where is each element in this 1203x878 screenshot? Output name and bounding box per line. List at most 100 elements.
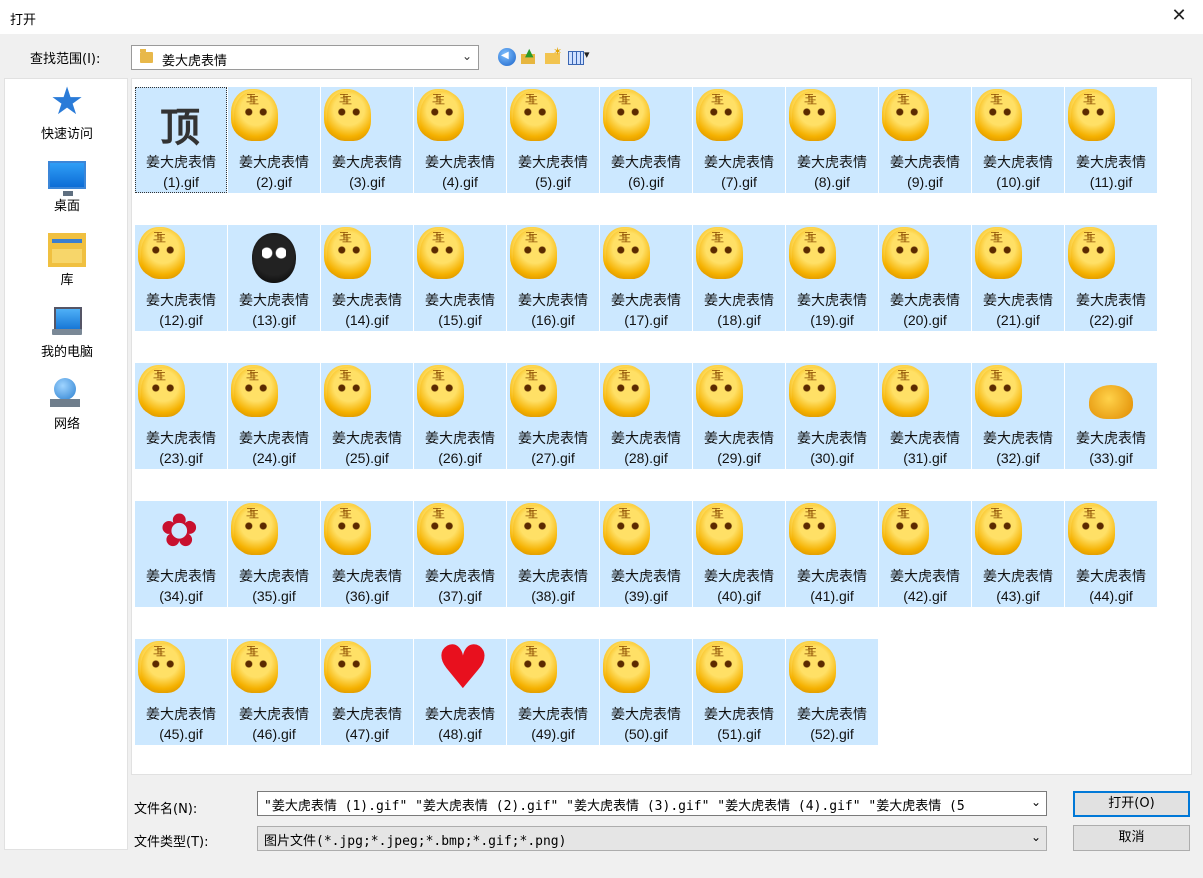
file-item[interactable]: 姜大虎表情 (21).gif [972,225,1064,331]
file-item[interactable]: 姜大虎表情 (26).gif [414,363,506,469]
file-item[interactable]: 姜大虎表情 (40).gif [693,501,785,607]
file-item[interactable]: 姜大虎表情 (33).gif [1065,363,1157,469]
file-item[interactable]: 姜大虎表情 (8).gif [786,87,878,193]
file-item[interactable]: 姜大虎表情 (2).gif [228,87,320,193]
place-library[interactable]: 库 [5,233,129,288]
file-thumbnail [603,227,650,279]
file-list[interactable]: 姜大虎表情(1).gif姜大虎表情(2).gif姜大虎表情(3).gif姜大虎表… [131,78,1192,775]
emoji-image [252,233,296,283]
place-quick-access[interactable]: 快速访问 [5,79,129,142]
file-item[interactable]: 姜大虎表情 (6).gif [600,87,692,193]
file-name-line2: (28).gif [624,450,668,466]
file-item[interactable]: 姜大虎表情 (3).gif [321,87,413,193]
file-name-line2: (45).gif [159,726,203,742]
file-thumbnail [603,365,650,417]
emoji-image [327,229,371,279]
file-item[interactable]: 姜大虎表情 (42).gif [879,501,971,607]
file-item[interactable]: 姜大虎表情 (52).gif [786,639,878,745]
file-item[interactable]: 姜大虎表情 (51).gif [693,639,785,745]
file-item[interactable]: 姜大虎表情 (1).gif [135,87,227,193]
file-item[interactable]: 姜大虎表情 (34).gif [135,501,227,607]
file-name-line2: (44).gif [1089,588,1133,604]
file-name-line2: (16).gif [531,312,575,328]
file-item[interactable]: 姜大虎表情 (46).gif [228,639,320,745]
file-item[interactable]: 姜大虎表情 (18).gif [693,225,785,331]
emoji-image [699,505,743,555]
file-item[interactable]: 姜大虎表情 (15).gif [414,225,506,331]
file-thumbnail [510,503,557,555]
file-item[interactable]: 姜大虎表情 (13).gif [228,225,320,331]
file-item[interactable]: 姜大虎表情 (22).gif [1065,225,1157,331]
lookin-combobox[interactable]: 姜大虎表情 ⌄ [131,45,479,70]
file-item[interactable]: 姜大虎表情 (39).gif [600,501,692,607]
place-desktop[interactable]: 桌面 [5,161,129,214]
file-item[interactable]: 姜大虎表情 (41).gif [786,501,878,607]
file-item[interactable]: 姜大虎表情 (4).gif [414,87,506,193]
place-this-pc[interactable]: 我的电脑 [5,305,129,360]
file-thumbnail [510,89,557,141]
file-item[interactable]: 姜大虎表情 (43).gif [972,501,1064,607]
emoji-image [234,505,278,555]
file-item[interactable]: 姜大虎表情 (5).gif [507,87,599,193]
file-item[interactable]: 姜大虎表情 (24).gif [228,363,320,469]
file-item[interactable]: 姜大虎表情 (44).gif [1065,501,1157,607]
file-item[interactable]: 姜大虎表情 (19).gif [786,225,878,331]
file-name-line1: 姜大虎表情 [797,568,867,584]
file-name-line2: (47).gif [345,726,389,742]
file-item[interactable]: 姜大虎表情 (7).gif [693,87,785,193]
file-item[interactable]: 姜大虎表情 (36).gif [321,501,413,607]
open-button[interactable]: 打开(O) [1073,791,1190,817]
filetype-select[interactable]: 图片文件(*.jpg;*.jpeg;*.bmp;*.gif;*.png) ⌄ [257,826,1047,851]
filename-input[interactable]: "姜大虎表情 (1).gif" "姜大虎表情 (2).gif" "姜大虎表情 (… [257,791,1047,816]
up-folder-icon[interactable] [520,46,538,66]
file-item[interactable]: 姜大虎表情 (45).gif [135,639,227,745]
file-item[interactable]: 姜大虎表情 (47).gif [321,639,413,745]
back-icon[interactable] [498,48,516,66]
file-item[interactable]: 姜大虎表情 (11).gif [1065,87,1157,193]
emoji-image [141,643,185,693]
file-item[interactable]: 姜大虎表情 (9).gif [879,87,971,193]
chevron-down-icon[interactable]: ⌄ [462,49,472,63]
file-item[interactable]: 姜大虎表情 (32).gif [972,363,1064,469]
file-item[interactable]: 姜大虎表情 (23).gif [135,363,227,469]
file-item[interactable]: 姜大虎表情 (10).gif [972,87,1064,193]
file-thumbnail [603,89,650,141]
file-item[interactable]: 姜大虎表情 (17).gif [600,225,692,331]
file-thumbnail [231,89,278,141]
file-item[interactable]: 姜大虎表情 (31).gif [879,363,971,469]
chevron-down-icon[interactable]: ⌄ [1026,795,1041,809]
place-label: 库 [60,273,74,288]
file-item[interactable]: 姜大虎表情 (28).gif [600,363,692,469]
file-name-line2: (20).gif [903,312,947,328]
file-item[interactable]: 姜大虎表情 (49).gif [507,639,599,745]
file-item[interactable]: 姜大虎表情 (30).gif [786,363,878,469]
file-item[interactable]: 姜大虎表情 (16).gif [507,225,599,331]
place-network[interactable]: 网络 [5,377,129,432]
file-item[interactable]: 姜大虎表情 (48).gif [414,633,506,745]
file-item[interactable]: 姜大虎表情 (20).gif [879,225,971,331]
view-menu-icon[interactable] [567,48,593,66]
file-item[interactable]: 姜大虎表情 (27).gif [507,363,599,469]
cancel-button[interactable]: 取消 [1073,825,1190,851]
file-thumbnail [510,641,557,693]
file-item[interactable]: 姜大虎表情 (38).gif [507,501,599,607]
emoji-image [513,505,557,555]
file-item[interactable]: 姜大虎表情 (25).gif [321,363,413,469]
chevron-down-icon[interactable]: ⌄ [1031,830,1041,844]
file-item[interactable]: 姜大虎表情 (14).gif [321,225,413,331]
file-name-line2: (9).gif [907,174,943,190]
file-name-line2: (4).gif [442,174,478,190]
file-thumbnail [324,227,371,279]
file-item[interactable]: 姜大虎表情 (29).gif [693,363,785,469]
close-icon[interactable]: ✕ [1169,6,1189,26]
emoji-image [513,367,557,417]
file-item[interactable]: 姜大虎表情 (37).gif [414,501,506,607]
file-item[interactable]: 姜大虎表情 (12).gif [135,225,227,331]
new-folder-icon[interactable] [544,45,562,66]
emoji-image [792,91,836,141]
file-name-line2: (3).gif [349,174,385,190]
file-name-line1: 姜大虎表情 [1076,154,1146,170]
file-item[interactable]: 姜大虎表情 (50).gif [600,639,692,745]
file-item[interactable]: 姜大虎表情 (35).gif [228,501,320,607]
file-name-line2: (5).gif [535,174,571,190]
